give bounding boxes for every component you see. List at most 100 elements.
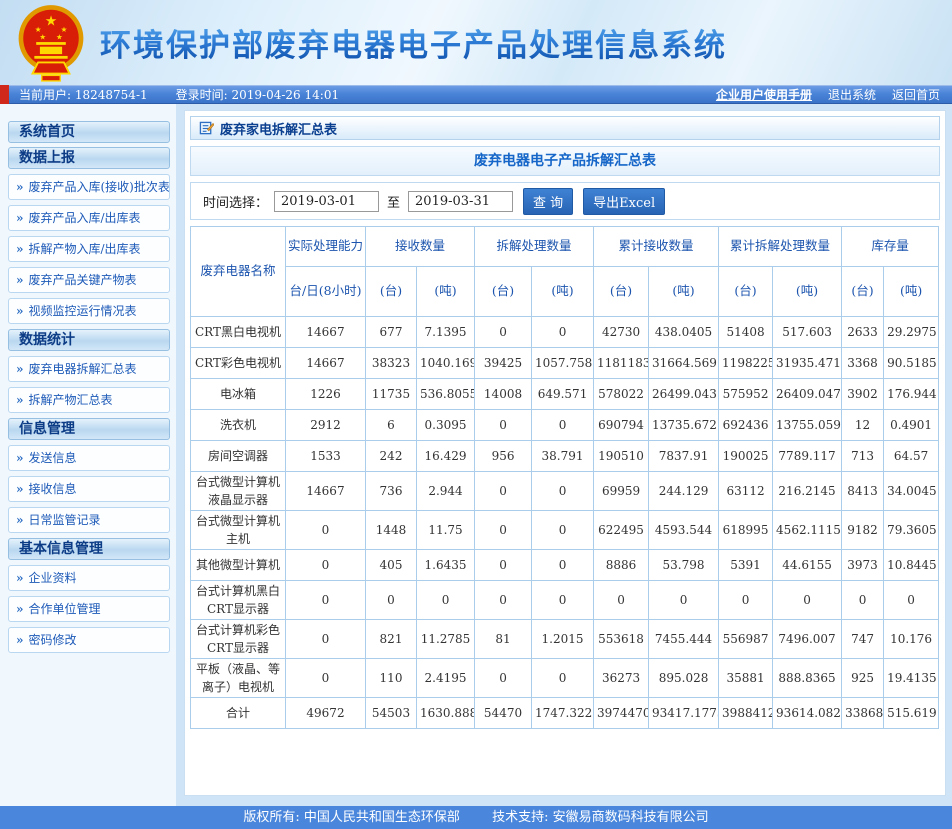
copyright-text: 版权所有: 中国人民共和国生态环保部	[243, 810, 460, 825]
row-name-cell: 洗衣机	[190, 409, 286, 441]
data-cell: 9182	[841, 510, 885, 550]
data-cell: 79.3605	[883, 510, 940, 550]
sidebar-section-header[interactable]: 信息管理	[8, 418, 170, 440]
data-cell: 925	[841, 658, 885, 698]
main-panel: 废弃家电拆解汇总表 废弃电器电子产品拆解汇总表 时间选择： 至 查 询 导出Ex…	[184, 110, 946, 796]
data-cell: 649.571	[531, 378, 595, 410]
page-title-bar: 废弃家电拆解汇总表	[190, 116, 940, 140]
column-header-unit-dun: (吨)	[648, 266, 720, 317]
sidebar-item[interactable]: » 企业资料	[8, 565, 170, 591]
data-cell: 44.6155	[772, 549, 843, 581]
double-chevron-icon: »	[16, 451, 24, 465]
data-cell: 0	[531, 471, 595, 511]
data-cell: 2633	[841, 316, 885, 348]
page-title: 废弃家电拆解汇总表	[220, 122, 338, 138]
data-cell: 1747.3220	[531, 697, 595, 729]
data-cell: 1198225	[718, 347, 774, 379]
data-cell: 19.4135	[883, 658, 940, 698]
user-manual-link[interactable]: 企业用户使用手册	[716, 86, 812, 103]
user-bar: 当前用户: 18248754-1 登录时间: 2019-04-26 14:01 …	[0, 85, 952, 104]
sidebar-item[interactable]: » 日常监管记录	[8, 507, 170, 533]
data-cell: 0	[474, 471, 533, 511]
data-cell: 51408	[718, 316, 774, 348]
data-cell: 7837.91	[648, 440, 720, 472]
sidebar-section-header[interactable]: 数据统计	[8, 329, 170, 351]
data-cell: 38.791	[531, 440, 595, 472]
data-cell: 36273	[593, 658, 650, 698]
sidebar-item-label: 废弃产品入库(接收)批次表	[28, 180, 170, 194]
row-name-cell: 台式微型计算机主机	[190, 510, 286, 550]
data-cell: 31935.471	[772, 347, 843, 379]
sidebar-item[interactable]: » 发送信息	[8, 445, 170, 471]
sidebar-item[interactable]: » 密码修改	[8, 627, 170, 653]
data-cell: 0	[772, 580, 843, 620]
sidebar-section-header[interactable]: 系统首页	[8, 121, 170, 143]
data-cell: 0	[841, 580, 885, 620]
row-name-cell: 台式微型计算机液晶显示器	[190, 471, 286, 511]
data-cell: 39425	[474, 347, 533, 379]
data-cell: 0	[474, 316, 533, 348]
data-cell: 1226	[285, 378, 366, 410]
sidebar-item[interactable]: » 拆解产物汇总表	[8, 387, 170, 413]
table-header: 废弃电器名称 实际处理能力 接收数量 拆解处理数量 累计接收数量 累计拆解处理数量 库存量台…	[190, 226, 940, 317]
data-cell: 0	[285, 549, 366, 581]
data-cell: 0	[474, 580, 533, 620]
data-cell: 7455.444	[648, 619, 720, 659]
sidebar-item-label: 密码修改	[28, 633, 77, 647]
data-cell: 42730	[593, 316, 650, 348]
data-cell: 64.57	[883, 440, 940, 472]
column-header-unit-tai: (台)	[718, 266, 774, 317]
sidebar-item[interactable]: » 合作单位管理	[8, 596, 170, 622]
query-button[interactable]: 查 询	[523, 187, 574, 215]
data-cell: 12	[841, 409, 885, 441]
data-cell: 2912	[285, 409, 366, 441]
data-cell: 0.4901	[883, 409, 940, 441]
sidebar-item-label: 废弃产品关键产物表	[28, 273, 137, 287]
double-chevron-icon: »	[16, 393, 24, 407]
data-cell: 736	[365, 471, 417, 511]
data-cell: 90.5185	[883, 347, 940, 379]
summary-table: 废弃电器名称 实际处理能力 接收数量 拆解处理数量 累计接收数量 累计拆解处理数量 库存量台…	[190, 226, 940, 729]
sidebar-section-header[interactable]: 基本信息管理	[8, 538, 170, 560]
data-cell: 216.2145	[772, 471, 843, 511]
sidebar-item[interactable]: » 废弃产品关键产物表	[8, 267, 170, 293]
column-header-group: 拆解处理数量	[474, 226, 595, 267]
export-excel-button[interactable]: 导出Excel	[583, 187, 666, 215]
data-cell: 1.2015	[531, 619, 595, 659]
data-cell: 713	[841, 440, 885, 472]
data-cell: 3988412	[718, 697, 774, 729]
sidebar-item[interactable]: » 接收信息	[8, 476, 170, 502]
login-time: 登录时间: 2019-04-26 14:01	[175, 88, 340, 102]
data-cell: 821	[365, 619, 417, 659]
sidebar-item[interactable]: » 废弃产品入库(接收)批次表	[8, 174, 170, 200]
home-link[interactable]: 返回首页	[892, 86, 940, 103]
sidebar-item[interactable]: » 废弃产品入库/出库表	[8, 205, 170, 231]
svg-text:★: ★	[39, 32, 46, 41]
data-cell: 26409.0475	[772, 378, 843, 410]
date-from-input[interactable]	[274, 190, 380, 212]
table-body: CRT黑白电视机 14667 677 7.1395 0 0 42730 438.0405 514…	[190, 316, 940, 729]
row-name-cell: 房间空调器	[190, 440, 286, 472]
data-cell: 3973	[841, 549, 885, 581]
data-cell: 11.2785	[415, 619, 476, 659]
data-cell: 0	[474, 658, 533, 698]
sidebar-item[interactable]: » 拆解产物入库/出库表	[8, 236, 170, 262]
logout-link[interactable]: 退出系统	[828, 86, 876, 103]
data-cell: 0	[531, 409, 595, 441]
sidebar-section-header[interactable]: 数据上报	[8, 147, 170, 169]
date-to-input[interactable]	[408, 190, 514, 212]
data-cell: 93417.1775	[648, 697, 720, 729]
svg-text:★: ★	[45, 13, 57, 29]
column-header-unit-tai: (台)	[593, 266, 650, 317]
data-cell: 0	[474, 510, 533, 550]
data-cell: 1057.7585	[531, 347, 595, 379]
row-name-cell: 其他微型计算机	[190, 549, 286, 581]
column-header-unit-tai: (台)	[841, 266, 885, 317]
sidebar-item[interactable]: » 废弃电器拆解汇总表	[8, 356, 170, 382]
sidebar-item[interactable]: » 视频监控运行情况表	[8, 298, 170, 324]
data-cell: 13755.0594	[772, 409, 843, 441]
data-cell: 14008	[474, 378, 533, 410]
data-cell: 0	[415, 580, 476, 620]
data-cell: 54503	[365, 697, 417, 729]
data-cell: 38323	[365, 347, 417, 379]
